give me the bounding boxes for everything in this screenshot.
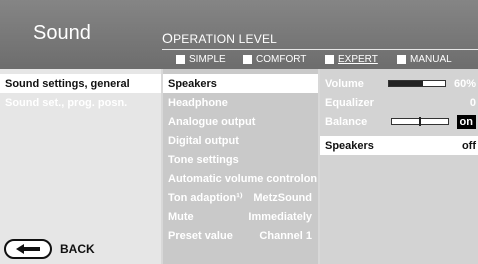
- menu-item-sound-settings-general[interactable]: Sound settings, general: [0, 74, 161, 93]
- balance-slider[interactable]: [390, 117, 449, 126]
- menu-item-label: Sound settings, general: [5, 77, 130, 90]
- menu-item-label: Mute: [168, 210, 194, 223]
- menu-item-volume[interactable]: Volume 60%: [320, 74, 478, 93]
- volume-slider[interactable]: [387, 80, 446, 87]
- page-title: Sound: [33, 22, 91, 44]
- menu-item-label: Ton adaption¹⁾: [168, 192, 243, 204]
- menu-item-label: Speakers: [168, 77, 217, 90]
- menu-column-3: Volume 60% Equalizer 0 Balance on Speake…: [320, 69, 478, 264]
- menu-item-label: Equalizer: [325, 96, 374, 109]
- balance-control: on: [390, 114, 476, 129]
- menu-item-speakers[interactable]: Speakers: [163, 74, 318, 93]
- menu-item-preset-value[interactable]: Preset value Channel 1: [163, 226, 318, 245]
- menu-item-value: on: [456, 114, 476, 129]
- volume-slider-fill: [388, 81, 423, 86]
- menu-item-label: Balance: [325, 115, 368, 128]
- menu-item-balance[interactable]: Balance on: [320, 112, 478, 131]
- menu-item-value: 60%: [453, 77, 476, 90]
- volume-control: 60%: [387, 77, 476, 90]
- mode-label: EXPERT: [338, 54, 378, 65]
- menu-column-2: Speakers Headphone Analogue output Digit…: [163, 69, 318, 264]
- mode-comfort[interactable]: COMFORT: [243, 54, 306, 65]
- header-bar: Sound OPERATION LEVEL SIMPLE COMFORT EXP…: [0, 0, 478, 69]
- menu-item-label: Automatic volume control: [168, 172, 304, 185]
- mode-expert[interactable]: EXPERT: [325, 54, 378, 65]
- menu-item-equalizer[interactable]: Equalizer 0: [320, 93, 478, 112]
- operation-level-initial: O: [162, 30, 174, 46]
- menu-item-label: Speakers: [325, 139, 374, 152]
- checkbox-icon: [243, 55, 252, 64]
- mode-label: COMFORT: [256, 54, 307, 65]
- mode-simple[interactable]: SIMPLE: [176, 54, 226, 65]
- menu-item-value: MetzSound: [253, 191, 312, 204]
- back-arrow-icon: [4, 239, 52, 259]
- mode-manual[interactable]: MANUAL: [397, 54, 452, 65]
- menu-item-label: Volume: [325, 77, 364, 90]
- checkbox-icon: [397, 55, 406, 64]
- menu-item-label: Sound set., prog. posn.: [5, 96, 128, 109]
- back-label: BACK: [60, 242, 95, 256]
- menu-item-value: Immediately: [248, 210, 312, 223]
- mode-label: SIMPLE: [189, 54, 226, 65]
- menu-item-ton-adaption[interactable]: Ton adaption¹⁾ MetzSound: [163, 188, 318, 207]
- menu-item-label: Preset value: [168, 229, 233, 242]
- menu-item-headphone[interactable]: Headphone: [163, 93, 318, 112]
- back-button[interactable]: BACK: [4, 239, 95, 259]
- operation-level-rest: PERATION LEVEL: [173, 32, 278, 46]
- menu-item-mute[interactable]: Mute Immediately: [163, 207, 318, 226]
- menu-item-digital-output[interactable]: Digital output: [163, 131, 318, 150]
- menu-item-label: Tone settings: [168, 153, 239, 166]
- checkbox-icon: [325, 55, 334, 64]
- menu-item-value: Channel 1: [259, 229, 312, 242]
- menu-item-automatic-volume-control[interactable]: Automatic volume control on: [163, 169, 318, 188]
- menu-item-analogue-output[interactable]: Analogue output: [163, 112, 318, 131]
- balance-slider-marker: [418, 117, 421, 126]
- menu-item-value: on: [303, 172, 318, 185]
- menu-item-label: Digital output: [168, 134, 239, 147]
- menu-item-speakers-toggle[interactable]: Speakers off: [320, 136, 478, 155]
- menu-column-1: Sound settings, general Sound set., prog…: [0, 69, 161, 264]
- menu-item-tone-settings[interactable]: Tone settings: [163, 150, 318, 169]
- menu-item-label: Analogue output: [168, 115, 256, 128]
- menu-item-value: off: [461, 139, 476, 152]
- checkbox-icon: [176, 55, 185, 64]
- operation-level-divider: [162, 49, 478, 50]
- menu-item-sound-set-prog-posn[interactable]: Sound set., prog. posn.: [0, 93, 161, 112]
- mode-label: MANUAL: [410, 54, 452, 65]
- menu-item-label: Headphone: [168, 96, 228, 109]
- operation-level-heading: OPERATION LEVEL: [162, 30, 277, 46]
- menu-item-value: 0: [469, 96, 476, 109]
